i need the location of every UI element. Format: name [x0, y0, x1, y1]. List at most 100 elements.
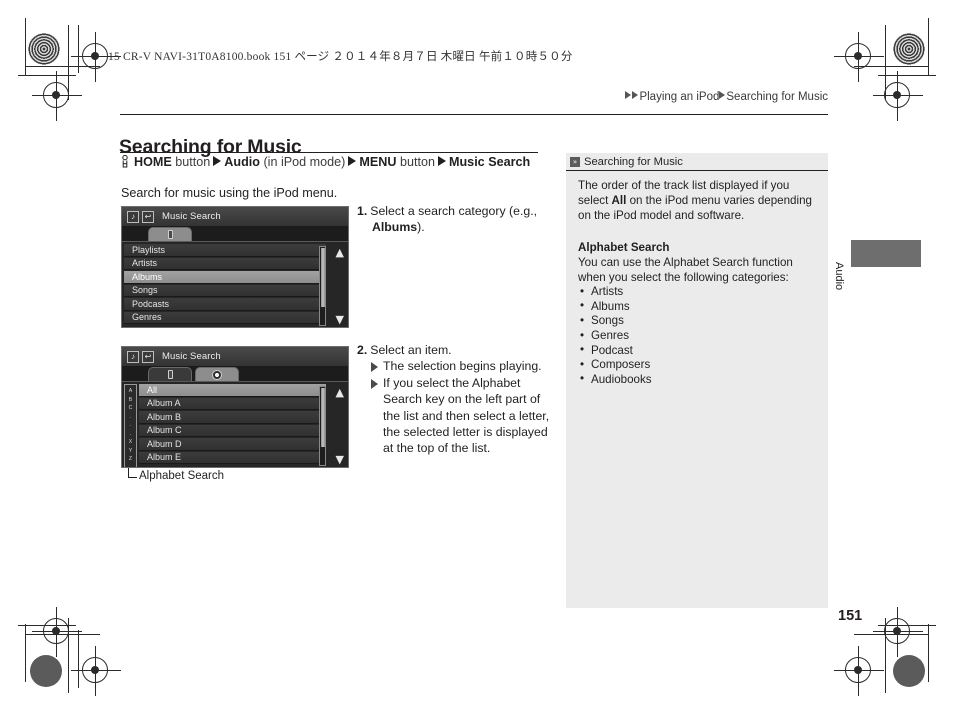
device2-tab-ipod[interactable] — [148, 367, 192, 381]
device2-row[interactable]: Album C — [139, 424, 326, 437]
alphabet-letter[interactable]: Y — [129, 448, 132, 454]
music-note-icon[interactable]: ♪ — [127, 350, 139, 363]
page-number: 151 — [838, 608, 863, 624]
registration-mark-tr-b — [873, 71, 923, 121]
scroll-down-icon[interactable]: ▼ — [336, 314, 344, 325]
triangle-icon — [632, 91, 639, 99]
halftone-circle-top-left — [28, 33, 60, 65]
device1-row-label: Artists — [132, 258, 158, 269]
step-1-text-a: Select a search category (e.g., — [370, 204, 538, 218]
side-note-bullet-item: Genres — [578, 329, 816, 344]
scroll-up-icon[interactable]: ▲ — [336, 247, 344, 258]
registration-mark-tl-b — [32, 71, 82, 121]
device2-row-label: All — [147, 384, 158, 395]
triangle-icon — [213, 156, 222, 166]
navpath-menu: MENU — [359, 155, 397, 169]
device1-scrollbar[interactable] — [319, 246, 326, 326]
scrollbar-thumb[interactable] — [320, 248, 325, 308]
side-note-subheading: Alphabet Search — [578, 240, 670, 254]
alphabet-letter[interactable]: X — [129, 440, 132, 445]
registration-mark-br-b — [834, 646, 884, 696]
crop-line-tr-v2 — [885, 25, 886, 100]
alphabet-letter[interactable]: . — [130, 414, 131, 420]
alphabet-search-rail[interactable]: ABC... XYZ — [124, 384, 137, 467]
crop-line-tr-h2 — [854, 66, 929, 67]
device1-rows-wrap: Playlists Artists Albums Songs Podcasts Genre… — [122, 243, 348, 327]
alphabet-letter[interactable]: B — [129, 397, 132, 403]
crop-line-br-h1 — [878, 625, 936, 626]
alphabet-letter[interactable]: . — [130, 423, 131, 428]
intro-text: Search for music using the iPod menu. — [121, 186, 338, 200]
navpath-music-search: Music Search — [449, 155, 531, 169]
alphabet-search-caption: Alphabet Search — [139, 470, 225, 482]
device1-row[interactable]: Songs — [124, 284, 326, 297]
scrollbar-thumb[interactable] — [320, 388, 325, 448]
chapter-tab-label: Audio — [833, 262, 845, 291]
device2-row[interactable]: Album B — [139, 411, 326, 424]
navpath-audio: Audio — [224, 155, 260, 169]
breadcrumb-item-searching-for-music[interactable]: Searching for Music — [726, 91, 828, 103]
device2-row[interactable]: Album D — [139, 438, 326, 451]
device-screenshot-music-search-albums: ♪ ↩ Music Search ABC... XYZ All Album A Alb… — [121, 346, 349, 468]
device2-row[interactable]: All — [139, 384, 326, 397]
side-note-para-bold: All — [611, 194, 627, 208]
side-note-bullet-item: Songs — [578, 314, 816, 329]
device1-tab-ipod[interactable] — [148, 227, 192, 241]
alphabet-letter[interactable]: A — [129, 389, 132, 394]
device1-tabs — [122, 227, 348, 242]
side-note-body: The order of the track list displayed if… — [566, 171, 828, 387]
device2-tabs — [122, 367, 348, 382]
device1-row[interactable]: Artists — [124, 257, 326, 270]
music-note-icon[interactable]: ♪ — [127, 210, 139, 223]
triangle-icon — [348, 156, 357, 166]
alphabet-letter[interactable]: C — [129, 406, 133, 411]
halftone-circle-top-right — [893, 33, 925, 65]
side-note-box: » Searching for Music The order of the t… — [566, 153, 828, 608]
device1-row[interactable]: Podcasts — [124, 298, 326, 311]
breadcrumb-item-playing-ipod[interactable]: Playing an iPod — [639, 91, 719, 103]
scroll-down-icon[interactable]: ▼ — [336, 454, 344, 465]
crop-line-tl-v2 — [68, 25, 69, 100]
halftone-circle-bottom-left — [30, 655, 62, 687]
side-note-header: » Searching for Music — [566, 153, 828, 171]
side-note-bullet-item: Composers — [578, 358, 816, 373]
step-2-text: 2. Select an item. — [357, 342, 557, 358]
breadcrumb: Playing an iPod Searching for Music — [625, 91, 828, 103]
registration-mark-bl-b — [71, 646, 121, 696]
device1-title: Music Search — [162, 211, 221, 222]
back-arrow-icon[interactable]: ↩ — [142, 210, 154, 223]
device2-row-label: Album C — [147, 425, 182, 436]
double-chevron-icon: » — [570, 156, 580, 167]
device2-row[interactable]: Album A — [139, 397, 326, 410]
back-arrow-icon[interactable]: ↩ — [142, 350, 154, 363]
device1-row[interactable]: Albums — [124, 271, 326, 284]
crop-line-tr-v1 — [928, 18, 929, 76]
device1-row-label: Songs — [132, 285, 158, 296]
device1-row[interactable]: Genres — [124, 311, 326, 324]
triangle-icon — [371, 362, 378, 373]
alphabet-letter[interactable]: . — [130, 431, 131, 437]
crop-line-bl-h2 — [25, 634, 100, 635]
device1-row-label: Albums — [132, 271, 163, 282]
step-2-text-main: Select an item. — [370, 343, 452, 357]
chapter-tab-marker — [851, 240, 921, 267]
device1-row[interactable]: Playlists — [124, 244, 326, 257]
navpath-button-label-1: button — [175, 155, 211, 169]
device2-tab-disc[interactable] — [195, 367, 239, 381]
device2-body: ABC... XYZ All Album A Album B Album C Album … — [122, 367, 348, 467]
ipod-icon — [167, 370, 173, 379]
step-2-sub-2: If you select the Alphabet Search key on… — [371, 375, 557, 457]
device2-title: Music Search — [162, 351, 221, 362]
step-1-text: 1. Select a search category (e.g., Albums… — [357, 203, 557, 236]
step-2-sub-1-text: The selection begins playing. — [383, 359, 542, 374]
header-rule — [120, 114, 828, 115]
side-note-title: Searching for Music — [584, 155, 683, 168]
device2-row-label: Album D — [147, 438, 182, 449]
crop-line-bl-v1 — [25, 624, 26, 682]
navigation-path: HOME button Audio (in iPod mode) MENU butt… — [120, 155, 530, 169]
scroll-up-icon[interactable]: ▲ — [336, 387, 344, 398]
step-1-text-b: ). — [417, 220, 425, 235]
device2-scrollbar[interactable] — [319, 386, 326, 466]
alphabet-letter[interactable]: Z — [129, 457, 132, 462]
device2-row[interactable]: Album E — [139, 451, 326, 464]
